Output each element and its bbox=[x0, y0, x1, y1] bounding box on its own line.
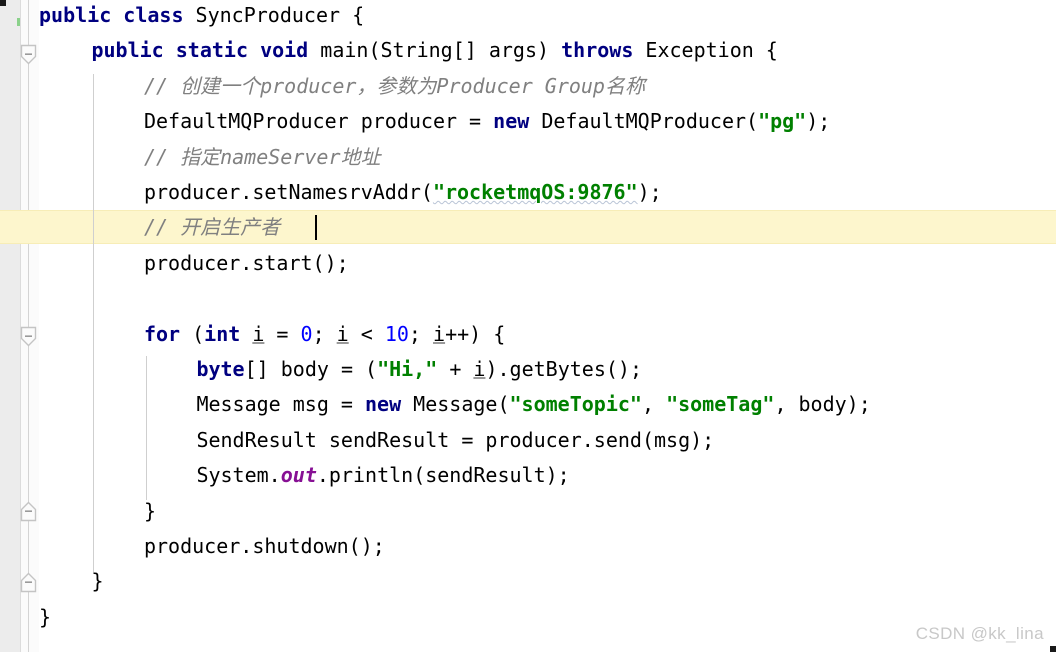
code-token: producer.start(); bbox=[143, 250, 349, 275]
code-line[interactable]: public static void main(String[] args) t… bbox=[91, 39, 777, 61]
code-token: 0 bbox=[300, 321, 313, 346]
code-token: public bbox=[39, 3, 112, 27]
code-line[interactable]: public class SyncProducer { bbox=[39, 4, 364, 26]
code-token: producer.setNamesrvAddr( bbox=[143, 180, 433, 204]
code-token: i bbox=[336, 321, 349, 346]
code-line[interactable]: // 开启生产者 bbox=[144, 216, 280, 238]
code-line[interactable]: DefaultMQProducer producer = new Default… bbox=[144, 110, 830, 132]
code-line[interactable]: byte[] body = ("Hi," + i).getBytes(); bbox=[196, 358, 642, 380]
indent-guide bbox=[93, 74, 94, 574]
code-token: = bbox=[264, 321, 301, 346]
code-token: ); bbox=[637, 180, 662, 204]
code-token: } bbox=[143, 498, 156, 523]
code-token: ; bbox=[408, 321, 434, 346]
code-token: SendResult sendResult = producer.send(ms… bbox=[196, 427, 715, 452]
code-token: static bbox=[175, 38, 249, 63]
code-token: System. bbox=[196, 463, 281, 488]
code-token: main(String[] args) bbox=[308, 38, 562, 63]
code-line[interactable]: for (int i = 0; i < 10; i++) { bbox=[144, 323, 505, 345]
code-token: ); bbox=[806, 109, 831, 134]
code-token: public bbox=[91, 38, 164, 63]
code-token: // 指定nameServer地址 bbox=[143, 144, 381, 169]
fold-end-for-loop-icon[interactable] bbox=[20, 501, 37, 522]
code-token: ).getBytes(); bbox=[485, 357, 642, 381]
code-token: , bbox=[641, 392, 667, 417]
code-token: DefaultMQProducer( bbox=[529, 109, 759, 134]
code-editor[interactable]: public class SyncProducer {public static… bbox=[0, 0, 1056, 652]
code-line[interactable]: producer.start(); bbox=[144, 252, 349, 274]
corner-tick-bottom-right bbox=[1050, 646, 1056, 652]
code-line[interactable]: // 指定nameServer地址 bbox=[144, 146, 381, 168]
code-token: void bbox=[260, 38, 309, 63]
code-token: i bbox=[473, 357, 486, 381]
code-token: .println(sendResult); bbox=[316, 463, 570, 488]
code-line[interactable]: } bbox=[39, 606, 51, 628]
code-token: 10 bbox=[384, 321, 409, 346]
editor-gutter[interactable] bbox=[0, 0, 20, 652]
code-token: producer.shutdown(); bbox=[143, 534, 385, 558]
code-token: "Hi," bbox=[377, 357, 438, 381]
csdn-watermark: CSDN @kk_lina bbox=[915, 624, 1044, 643]
code-token: "someTag" bbox=[666, 392, 775, 417]
code-token: "rocketmqOS:9876" bbox=[432, 180, 638, 204]
code-token: Message msg = bbox=[196, 392, 366, 417]
code-token: int bbox=[204, 321, 241, 346]
code-line[interactable]: producer.setNamesrvAddr("rocketmqOS:9876… bbox=[144, 181, 662, 203]
code-token: new bbox=[493, 109, 530, 134]
code-token: [] body = ( bbox=[244, 357, 378, 381]
code-token: ++) { bbox=[445, 321, 506, 346]
code-token: i bbox=[433, 321, 446, 346]
text-caret bbox=[314, 215, 317, 241]
code-token: out bbox=[280, 463, 317, 488]
code-token: ; bbox=[312, 321, 337, 346]
code-token: ( bbox=[180, 321, 205, 346]
code-token: throws bbox=[561, 38, 634, 63]
code-line[interactable]: } bbox=[91, 570, 103, 592]
code-token: new bbox=[365, 392, 402, 417]
fold-end-method-main-icon[interactable] bbox=[20, 572, 37, 593]
code-token: i bbox=[252, 321, 265, 346]
vcs-change-marker[interactable] bbox=[17, 18, 20, 26]
code-token: Message( bbox=[401, 392, 510, 417]
indent-guide bbox=[146, 356, 147, 500]
code-line[interactable]: // 创建一个producer，参数为Producer Group名称 bbox=[144, 75, 645, 97]
code-token: } bbox=[39, 604, 52, 629]
code-token: "pg" bbox=[758, 109, 807, 134]
code-line[interactable]: SendResult sendResult = producer.send(ms… bbox=[196, 429, 714, 451]
code-token: , body); bbox=[774, 392, 871, 417]
code-token: byte bbox=[196, 357, 245, 381]
code-line[interactable]: } bbox=[144, 500, 156, 522]
code-token: DefaultMQProducer producer = bbox=[143, 109, 494, 134]
code-line[interactable]: producer.shutdown(); bbox=[144, 535, 385, 557]
code-line[interactable]: Message msg = new Message("someTopic", "… bbox=[196, 393, 870, 415]
code-token: // 创建一个producer，参数为Producer Group名称 bbox=[143, 73, 645, 98]
code-token: for bbox=[143, 321, 181, 346]
code-token: "someTopic" bbox=[509, 392, 642, 417]
code-token: SyncProducer { bbox=[183, 3, 365, 27]
code-token: + bbox=[437, 357, 474, 381]
fold-expanded-for-loop-icon[interactable] bbox=[20, 326, 37, 347]
fold-expanded-method-main-icon[interactable] bbox=[20, 44, 37, 65]
corner-tick-top-left bbox=[0, 0, 6, 6]
code-line[interactable]: System.out.println(sendResult); bbox=[196, 464, 569, 486]
code-token: // 开启生产者 bbox=[143, 215, 281, 240]
code-surface[interactable]: public class SyncProducer {public static… bbox=[0, 0, 1056, 652]
code-token: } bbox=[91, 569, 104, 594]
code-token: Exception { bbox=[633, 38, 778, 63]
code-token: class bbox=[123, 3, 184, 27]
code-token: < bbox=[348, 321, 385, 346]
